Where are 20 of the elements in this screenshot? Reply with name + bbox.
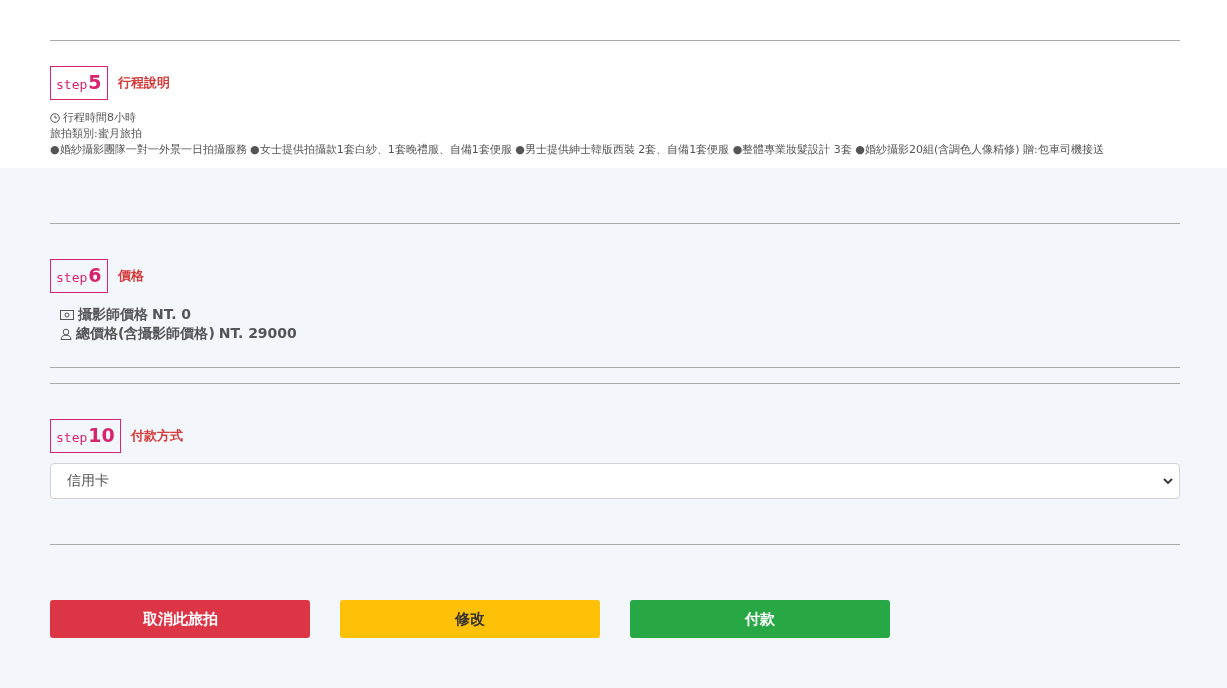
payment-method-select[interactable]: 信用卡 [50,463,1180,499]
chevron-down-icon [1163,477,1173,485]
step-badge: step 10 [50,419,121,453]
price-value: NT. 29000 [218,324,297,343]
price-label: 總價格(含攝影師價格) [76,324,215,343]
banknote-icon [60,309,74,320]
price-label: 攝影師價格 [78,305,148,324]
price-value: NT. 0 [152,305,192,324]
category-text: 旅拍類別:蜜月旅拍 [50,126,143,142]
clock-icon [50,113,60,123]
duration-text: 行程時間8小時 [63,110,136,126]
section-title: 付款方式 [130,427,183,445]
section-title: 價格 [117,267,144,285]
user-icon [60,327,72,340]
section-title: 行程說明 [117,74,170,92]
action-button[interactable]: 取消此旅拍 [50,600,310,638]
step-badge: step6 [50,259,108,293]
step-badge: step5 [50,66,108,100]
action-button[interactable]: 修改 [340,600,600,638]
details-text: ●婚紗攝影團隊一對一外景一日拍攝服務 ●女士提供拍攝款1套白紗、1套晚禮服、自備1套便服 ●男士提供紳士韓版西裝 2套、自備1套便服 ●整體專業妝髮設計 3套 ●婚紗攝影20組(含調色人像精修) 贈:包車司機接送 [50,142,1105,158]
